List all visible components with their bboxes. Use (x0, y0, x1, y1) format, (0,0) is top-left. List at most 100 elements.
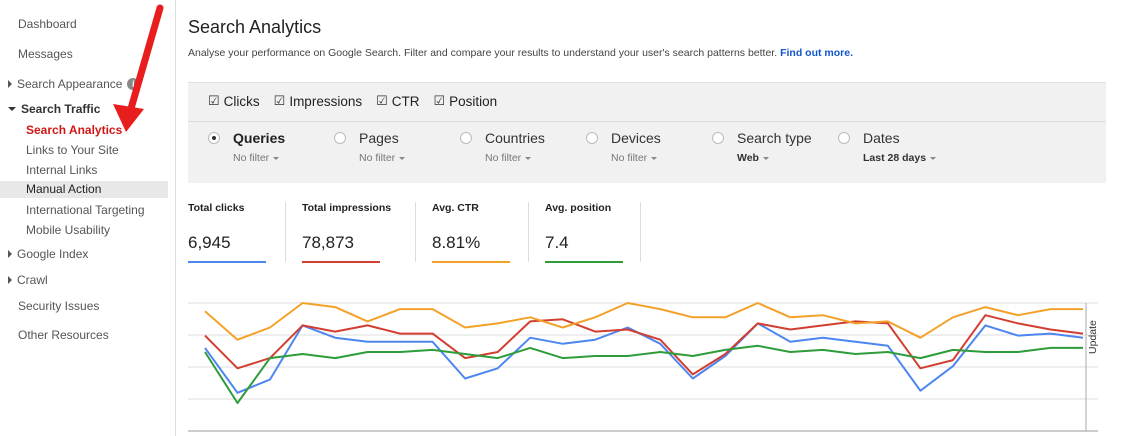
sidebar-item-other-resources[interactable]: Other Resources (18, 328, 186, 342)
metric-card-avg-position[interactable]: Avg. position 7.4 (545, 202, 623, 263)
dropdown-arrow-icon (930, 156, 937, 160)
dropdown-arrow-icon (651, 156, 658, 160)
metric-card-avg-ctr[interactable]: Avg. CTR 8.81% (432, 202, 510, 263)
metric-toggle-label: Position (449, 93, 498, 109)
radio-button-icon[interactable] (334, 132, 346, 144)
metric-card-divider (528, 202, 529, 262)
divider (188, 121, 1106, 122)
metric-toggle-impressions[interactable]: ☑ Impressions (274, 93, 362, 109)
update-button[interactable]: Update (1087, 320, 1099, 354)
dimension-header[interactable]: Dates (838, 129, 964, 147)
metric-card-title: Total clicks (188, 202, 245, 214)
sidebar-subitem-mobile-usability[interactable]: Mobile Usability (26, 223, 194, 237)
dimension-filter-dropdown[interactable]: No filter (359, 152, 460, 164)
dimension-filter-dropdown[interactable]: No filter (485, 152, 586, 164)
metric-checkbox-row: ☑ Clicks ☑ Impressions ☑ CTR ☑ Position (208, 92, 497, 110)
sidebar-item-label: Google Index (17, 247, 89, 261)
sidebar-subitem-internal-links[interactable]: Internal Links (26, 163, 194, 177)
dimension-label: Countries (485, 130, 545, 146)
dimension-devices[interactable]: Devices No filter (586, 129, 712, 164)
chevron-right-icon (8, 80, 12, 88)
metric-card-title: Avg. CTR (432, 202, 479, 214)
dimension-header[interactable]: Pages (334, 129, 460, 147)
sidebar-item-google-index[interactable]: Google Index (8, 247, 176, 261)
sidebar-subitem-international-targeting[interactable]: International Targeting (26, 203, 194, 217)
chevron-right-icon (8, 276, 12, 284)
dimension-countries[interactable]: Countries No filter (460, 129, 586, 164)
checkbox-check-icon[interactable]: ☑ (376, 93, 388, 109)
chevron-right-icon (8, 250, 12, 258)
metric-card-value: 78,873 (302, 233, 354, 252)
sidebar-item-label: Search Traffic (21, 102, 101, 116)
checkbox-check-icon[interactable]: ☑ (274, 93, 286, 109)
radio-button-icon[interactable] (460, 132, 472, 144)
radio-button-icon[interactable] (712, 132, 724, 144)
dimension-header[interactable]: Devices (586, 129, 712, 147)
dimension-header[interactable]: Search type (712, 129, 838, 147)
checkbox-check-icon[interactable]: ☑ (434, 93, 446, 109)
metric-toggle-position[interactable]: ☑ Position (434, 93, 498, 109)
metric-toggle-label: Impressions (289, 93, 363, 109)
sidebar-subitem-manual-action[interactable]: Manual Action (0, 181, 168, 198)
sidebar-item-security-issues[interactable]: Security Issues (18, 299, 186, 313)
metric-card-value: 7.4 (545, 233, 569, 252)
filter-panel: ☑ Clicks ☑ Impressions ☑ CTR ☑ Position Queries… (188, 82, 1106, 183)
chart-series-total-impressions (204, 314, 1084, 376)
metric-card-title: Avg. position (545, 202, 612, 214)
dimension-label: Search type (737, 130, 812, 146)
metric-color-bar (302, 261, 380, 263)
metric-card-total-clicks[interactable]: Total clicks 6,945 (188, 202, 266, 263)
dimension-filter-dropdown[interactable]: No filter (233, 152, 334, 164)
metric-color-bar (188, 261, 266, 263)
performance-chart (188, 302, 1098, 432)
dropdown-value: No filter (359, 152, 396, 164)
radio-button-icon[interactable] (586, 132, 598, 144)
metric-card-value: 8.81% (432, 233, 481, 252)
dimension-label: Queries (233, 130, 286, 146)
page-title: Search Analytics (188, 17, 322, 37)
radio-button-icon[interactable] (208, 132, 220, 144)
dimension-filter-dropdown[interactable]: No filter (611, 152, 712, 164)
dropdown-value: No filter (611, 152, 648, 164)
dropdown-value: No filter (233, 152, 270, 164)
metric-toggle-clicks[interactable]: ☑ Clicks (208, 93, 260, 109)
dimension-dates[interactable]: Dates Last 28 days (838, 129, 964, 164)
dimension-filter-dropdown[interactable]: Last 28 days (863, 152, 964, 164)
dimension-search-type[interactable]: Search type Web (712, 129, 838, 164)
find-out-more-link[interactable]: Find out more. (780, 47, 853, 59)
dimension-label: Devices (611, 130, 661, 146)
red-arrow-annotation (113, 4, 164, 132)
dimension-pages[interactable]: Pages No filter (334, 129, 460, 164)
metric-toggle-label: Clicks (223, 93, 260, 109)
chart-series-avg-position (204, 344, 1083, 404)
dropdown-arrow-icon (273, 156, 280, 160)
dropdown-value: Last 28 days (863, 152, 927, 164)
metric-card-divider (640, 202, 641, 262)
dropdown-value: Web (737, 152, 759, 164)
sidebar-item-crawl[interactable]: Crawl (8, 273, 176, 287)
radio-button-icon[interactable] (838, 132, 850, 144)
dropdown-arrow-icon (399, 156, 406, 160)
metric-card-total-impressions[interactable]: Total impressions 78,873 (302, 202, 392, 263)
checkbox-check-icon[interactable]: ☑ (208, 93, 220, 109)
dropdown-arrow-icon (525, 156, 532, 160)
metric-card-title: Total impressions (302, 202, 392, 214)
dimension-header[interactable]: Queries (208, 129, 334, 147)
sidebar-item-label: Crawl (17, 273, 48, 287)
metric-card-value: 6,945 (188, 233, 231, 252)
dropdown-arrow-icon (762, 156, 769, 160)
dimension-filter-dropdown[interactable]: Web (737, 152, 838, 164)
metric-toggle-label: CTR (391, 93, 420, 109)
dropdown-value: No filter (485, 152, 522, 164)
metric-card-divider (285, 202, 286, 262)
dimension-header[interactable]: Countries (460, 129, 586, 147)
metric-card-divider (415, 202, 416, 262)
page-description: Analyse your performance on Google Searc… (188, 47, 853, 59)
dimension-label: Pages (359, 130, 399, 146)
main-content: Search Analytics Analyse your performanc… (188, 0, 1106, 436)
metric-color-bar (545, 261, 623, 263)
chevron-down-icon (8, 107, 16, 111)
dimension-queries[interactable]: Queries No filter (208, 129, 334, 164)
sidebar-subitem-links-to-your-site[interactable]: Links to Your Site (26, 143, 194, 157)
metric-toggle-ctr[interactable]: ☑ CTR (376, 93, 419, 109)
